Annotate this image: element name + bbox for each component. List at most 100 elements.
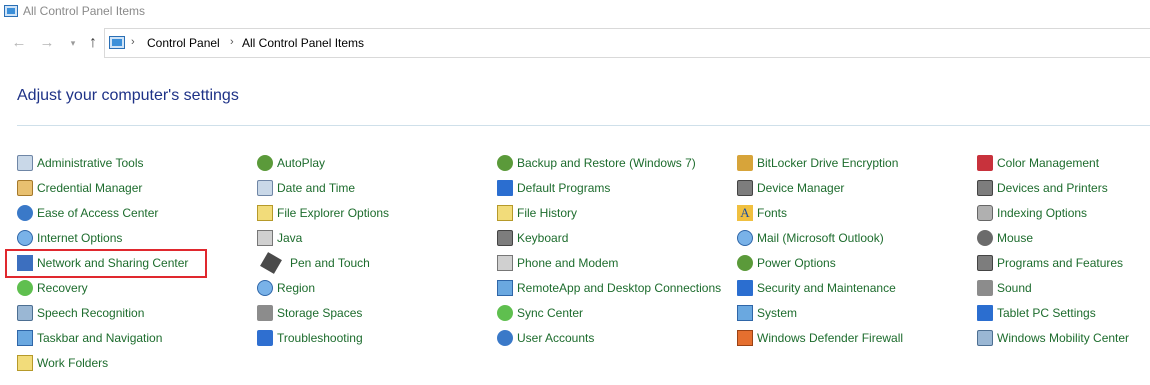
item-system[interactable]: System — [737, 300, 797, 325]
item-recovery[interactable]: Recovery — [17, 275, 88, 300]
mouse-icon — [977, 229, 993, 246]
item-label[interactable]: Keyboard — [517, 231, 568, 245]
item-label[interactable]: Date and Time — [277, 181, 355, 195]
back-arrow-icon[interactable]: ← — [10, 34, 28, 52]
item-region[interactable]: Region — [257, 275, 315, 300]
item-backup-and-restore[interactable]: Backup and Restore (Windows 7) — [497, 150, 696, 175]
item-color-management[interactable]: Color Management — [977, 150, 1099, 175]
item-label[interactable]: Region — [277, 281, 315, 295]
item-mouse[interactable]: Mouse — [977, 225, 1033, 250]
item-label[interactable]: File Explorer Options — [277, 206, 389, 220]
item-label[interactable]: Devices and Printers — [997, 181, 1108, 195]
item-label[interactable]: Windows Mobility Center — [997, 331, 1129, 345]
item-work-folders[interactable]: Work Folders — [17, 350, 108, 375]
breadcrumb-all-items[interactable]: All Control Panel Items — [242, 36, 364, 50]
item-administrative-tools[interactable]: Administrative Tools — [17, 150, 144, 175]
chevron-right-icon[interactable]: › — [131, 36, 135, 48]
item-label[interactable]: Device Manager — [757, 181, 844, 195]
item-label[interactable]: Fonts — [757, 206, 787, 220]
item-keyboard[interactable]: Keyboard — [497, 225, 568, 250]
item-bitlocker[interactable]: BitLocker Drive Encryption — [737, 150, 898, 175]
programs-icon — [977, 254, 993, 271]
item-troubleshooting[interactable]: Troubleshooting — [257, 325, 363, 350]
item-label[interactable]: Work Folders — [37, 356, 108, 370]
item-label[interactable]: Mail (Microsoft Outlook) — [757, 231, 884, 245]
item-device-manager[interactable]: Device Manager — [737, 175, 844, 200]
item-label[interactable]: User Accounts — [517, 331, 594, 345]
control-panel-icon — [4, 5, 18, 17]
item-label[interactable]: AutoPlay — [277, 156, 325, 170]
item-label[interactable]: Phone and Modem — [517, 256, 618, 270]
item-label[interactable]: Color Management — [997, 156, 1099, 170]
item-label[interactable]: System — [757, 306, 797, 320]
item-label[interactable]: Administrative Tools — [37, 156, 144, 170]
item-sync-center[interactable]: Sync Center — [497, 300, 583, 325]
breadcrumb-control-panel[interactable]: Control Panel — [147, 36, 220, 50]
item-java[interactable]: Java — [257, 225, 302, 250]
title-bar: All Control Panel Items — [0, 0, 1150, 24]
item-label[interactable]: Security and Maintenance — [757, 281, 896, 295]
sync-icon — [497, 304, 513, 321]
item-label[interactable]: Troubleshooting — [277, 331, 363, 345]
item-label[interactable]: Java — [277, 231, 302, 245]
item-fonts[interactable]: A Fonts — [737, 200, 787, 225]
item-programs-and-features[interactable]: Programs and Features — [977, 250, 1123, 275]
item-label[interactable]: Windows Defender Firewall — [757, 331, 903, 345]
window-title: All Control Panel Items — [23, 4, 146, 18]
item-label[interactable]: RemoteApp and Desktop Connections — [517, 281, 721, 295]
item-label[interactable]: Internet Options — [37, 231, 122, 245]
folder-icon — [17, 354, 33, 371]
item-pen-and-touch[interactable]: Pen and Touch — [257, 250, 370, 275]
item-storage-spaces[interactable]: Storage Spaces — [257, 300, 362, 325]
item-label[interactable]: Credential Manager — [37, 181, 142, 195]
item-indexing-options[interactable]: Indexing Options — [977, 200, 1087, 225]
chevron-right-icon[interactable]: › — [230, 36, 234, 48]
item-label[interactable]: Programs and Features — [997, 256, 1123, 270]
item-label[interactable]: Backup and Restore (Windows 7) — [517, 156, 696, 170]
item-file-history[interactable]: File History — [497, 200, 577, 225]
item-label[interactable]: Taskbar and Navigation — [37, 331, 162, 345]
up-arrow-icon[interactable]: ↑ — [84, 34, 102, 52]
item-label[interactable]: Default Programs — [517, 181, 610, 195]
item-label[interactable]: Tablet PC Settings — [997, 306, 1096, 320]
item-windows-defender-firewall[interactable]: Windows Defender Firewall — [737, 325, 903, 350]
address-bar[interactable]: › Control Panel › All Control Panel Item… — [104, 28, 1150, 58]
item-label[interactable]: Recovery — [37, 281, 88, 295]
item-devices-and-printers[interactable]: Devices and Printers — [977, 175, 1108, 200]
item-windows-mobility-center[interactable]: Windows Mobility Center — [977, 325, 1129, 350]
item-sound[interactable]: Sound — [977, 275, 1032, 300]
item-label[interactable]: BitLocker Drive Encryption — [757, 156, 898, 170]
item-user-accounts[interactable]: User Accounts — [497, 325, 594, 350]
item-label[interactable]: File History — [517, 206, 577, 220]
item-speech-recognition[interactable]: Speech Recognition — [17, 300, 144, 325]
item-label[interactable]: Indexing Options — [997, 206, 1087, 220]
item-label[interactable]: Speech Recognition — [37, 306, 144, 320]
item-date-and-time[interactable]: Date and Time — [257, 175, 355, 200]
item-remoteapp[interactable]: RemoteApp and Desktop Connections — [497, 275, 721, 300]
item-ease-of-access[interactable]: Ease of Access Center — [17, 200, 158, 225]
item-phone-and-modem[interactable]: Phone and Modem — [497, 250, 618, 275]
item-tablet-pc-settings[interactable]: Tablet PC Settings — [977, 300, 1096, 325]
color-management-icon — [977, 154, 993, 171]
item-autoplay[interactable]: AutoPlay — [257, 150, 325, 175]
item-internet-options[interactable]: Internet Options — [17, 225, 122, 250]
item-taskbar-and-navigation[interactable]: Taskbar and Navigation — [17, 325, 162, 350]
item-security-and-maintenance[interactable]: Security and Maintenance — [737, 275, 896, 300]
item-default-programs[interactable]: Default Programs — [497, 175, 610, 200]
chevron-down-icon[interactable]: ▾ — [64, 34, 82, 52]
device-manager-icon — [737, 179, 753, 196]
item-credential-manager[interactable]: Credential Manager — [17, 175, 142, 200]
item-file-explorer-options[interactable]: File Explorer Options — [257, 200, 389, 225]
java-icon — [257, 229, 273, 246]
item-label[interactable]: Power Options — [757, 256, 836, 270]
item-label[interactable]: Storage Spaces — [277, 306, 362, 320]
item-mail[interactable]: Mail (Microsoft Outlook) — [737, 225, 884, 250]
forward-arrow-icon[interactable]: → — [38, 34, 56, 52]
item-label[interactable]: Ease of Access Center — [37, 206, 158, 220]
microphone-icon — [17, 304, 33, 321]
item-label[interactable]: Pen and Touch — [290, 256, 370, 270]
item-label[interactable]: Mouse — [997, 231, 1033, 245]
item-power-options[interactable]: Power Options — [737, 250, 836, 275]
item-label[interactable]: Sound — [997, 281, 1032, 295]
item-label[interactable]: Sync Center — [517, 306, 583, 320]
